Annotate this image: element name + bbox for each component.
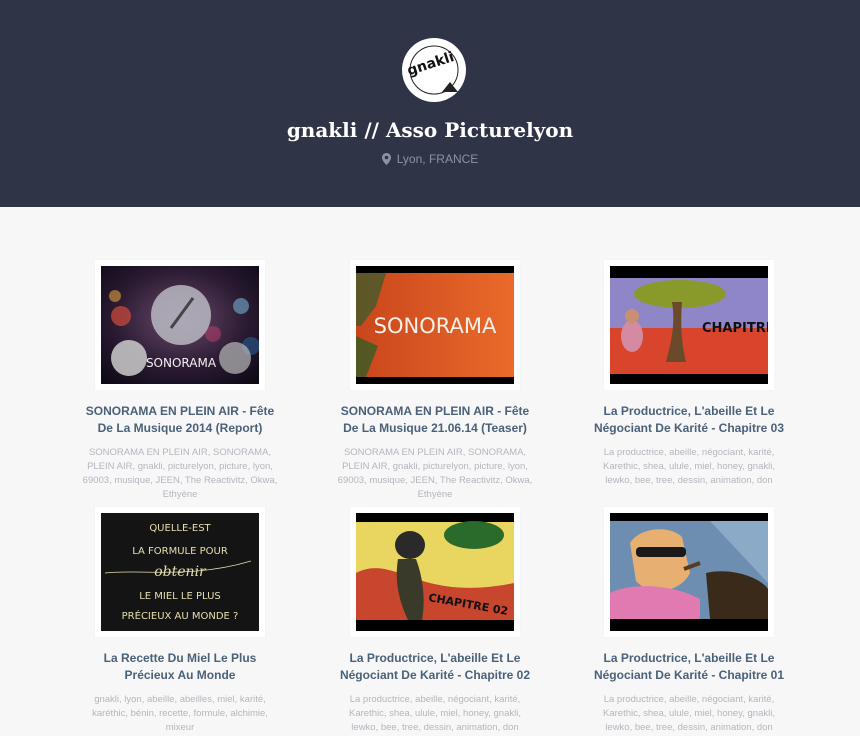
thumbnail-caption: CHAPITRE 0 [702,321,768,336]
video-title[interactable]: La Productrice, L'abeille Et Le Négocian… [589,650,789,684]
profile-header: gnakli gnakli // Asso Picturelyon Lyon, … [0,0,860,207]
video-tags: La productrice, abeille, négociant, kari… [603,694,775,733]
profile-avatar[interactable]: gnakli [402,38,466,102]
video-tags: gnakli, lyon, abeille, abeilles, miel, k… [92,694,268,733]
thumbnail-line: PRÉCIEUX AU MONDE ? [122,609,239,622]
profile-name: gnakli // Asso Picturelyon [286,118,574,142]
gnakli-logo: gnakli [405,45,459,95]
location-pin-icon [381,153,391,168]
video-title[interactable]: La Recette Du Miel Le Plus Précieux Au M… [80,650,280,684]
thumbnail-caption: SONORAMA [146,356,217,370]
thumbnail-line: QUELLE-EST [149,523,211,534]
thumbnail-line: LA FORMULE POUR [132,546,228,557]
video-thumbnail[interactable]: CHAPITRE 02 [350,507,520,637]
video-title[interactable]: La Productrice, L'abeille Et Le Négocian… [589,403,789,437]
thumbnail-line: LE MIEL LE PLUS [139,591,221,602]
profile-location: Lyon, FRANCE [0,152,860,168]
video-title[interactable]: La Productrice, L'abeille Et Le Négocian… [335,650,535,684]
logo-text: gnakli [405,49,456,79]
video-tags: La productrice, abeille, négociant, kari… [603,447,775,486]
video-thumbnail[interactable]: SONORAMA [95,260,265,390]
video-thumbnail[interactable]: CHAPITRE 0 [604,260,774,390]
video-tags: La productrice, abeille, négociant, kari… [349,694,521,733]
location-text: Lyon, FRANCE [396,152,479,166]
video-title[interactable]: SONORAMA EN PLEIN AIR - Fête De La Musiq… [80,403,280,437]
video-tags: SONORAMA EN PLEIN AIR, SONORAMA, PLEIN A… [337,447,533,500]
video-thumbnail[interactable] [604,507,774,637]
video-title[interactable]: SONORAMA EN PLEIN AIR - Fête De La Musiq… [335,403,535,437]
video-tags: SONORAMA EN PLEIN AIR, SONORAMA, PLEIN A… [82,447,278,500]
video-thumbnail[interactable]: QUELLE-EST LA FORMULE POUR obtenir LE MI… [95,507,265,637]
video-thumbnail[interactable]: SONORAMA [350,260,520,390]
thumbnail-caption: SONORAMA [374,314,497,338]
